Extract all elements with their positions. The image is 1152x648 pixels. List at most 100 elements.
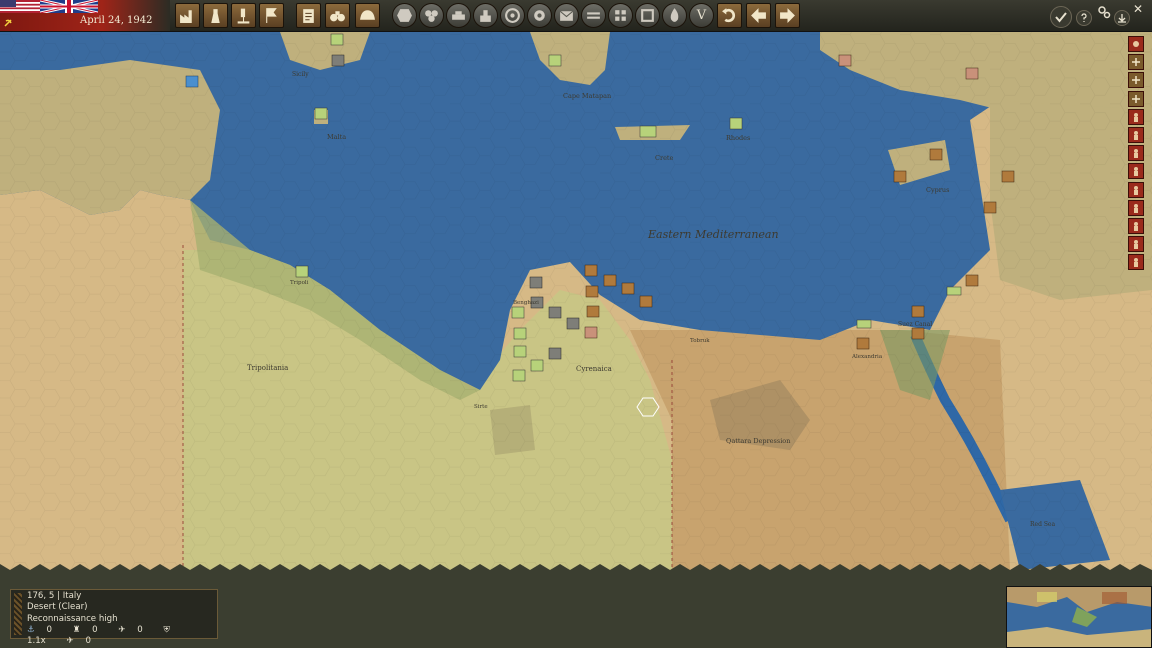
unit-counter[interactable]: [584, 326, 598, 339]
unit-counter[interactable]: [983, 201, 997, 214]
victory-filter-button[interactable]: V: [689, 3, 714, 28]
label-cape: Cape Matapan: [563, 92, 611, 100]
unit-counter[interactable]: [548, 306, 562, 319]
unit-counter[interactable]: [295, 265, 309, 278]
unit-counter[interactable]: [946, 286, 962, 296]
game-map[interactable]: Eastern Mediterranean Malta Crete Rhodes…: [0, 32, 1152, 570]
unit-slot-button[interactable]: [1128, 236, 1144, 253]
uk-flag-icon: [40, 0, 98, 13]
unit-counter[interactable]: [911, 305, 925, 318]
helmet-button[interactable]: [355, 3, 380, 28]
soviet-flag-icon: [4, 19, 12, 27]
settings-filter-button[interactable]: [527, 3, 552, 28]
unit-counter[interactable]: [639, 295, 653, 308]
unit-slot-button[interactable]: [1128, 54, 1144, 71]
fire-filter-button[interactable]: [662, 3, 687, 28]
unit-counter[interactable]: [929, 148, 943, 161]
mail-filter-button[interactable]: [554, 3, 579, 28]
tank-icon: [452, 11, 465, 20]
unit-slot-button[interactable]: [1128, 181, 1144, 198]
flag-button[interactable]: [259, 3, 284, 28]
unit-icon: ♜: [72, 624, 81, 635]
terrain-filter-button[interactable]: [392, 3, 417, 28]
unit-slot-button[interactable]: [1128, 163, 1144, 180]
soldier-icon: [1134, 149, 1138, 159]
label-tripolitania: Tripolitania: [247, 364, 288, 372]
unit-counter[interactable]: [548, 347, 562, 360]
close-icon[interactable]: ✕: [1133, 2, 1143, 16]
unit-counter[interactable]: [530, 359, 544, 372]
label-tobruk: Tobruk: [690, 338, 710, 344]
binoculars-button[interactable]: [325, 3, 350, 28]
shield-icon: ⛨: [163, 624, 170, 635]
unit-slot-button[interactable]: [1128, 90, 1144, 107]
unit-counter[interactable]: [585, 285, 599, 298]
gears-icon: [1098, 6, 1111, 19]
unit-counter[interactable]: [603, 274, 617, 287]
unit-slot-button[interactable]: [1128, 36, 1144, 52]
frame-filter-button[interactable]: [635, 3, 660, 28]
unit-counter[interactable]: [965, 274, 979, 287]
resource-filter-button[interactable]: [473, 3, 498, 28]
unit-counter[interactable]: [586, 305, 600, 318]
unit-counter[interactable]: [965, 67, 979, 80]
info-stripe: [14, 593, 22, 635]
previous-unit-button[interactable]: [746, 3, 771, 28]
unit-counter[interactable]: [893, 170, 907, 183]
research-button[interactable]: [203, 3, 228, 28]
fire-icon: [670, 8, 679, 22]
question-icon: [1081, 13, 1087, 22]
minimap[interactable]: [1006, 586, 1152, 648]
unit-counter[interactable]: [513, 327, 527, 340]
report-button[interactable]: [296, 3, 321, 28]
unit-slot-button[interactable]: [1128, 217, 1144, 234]
target-filter-button[interactable]: [500, 3, 525, 28]
unit-counter[interactable]: [838, 54, 852, 67]
unit-counter[interactable]: [511, 306, 525, 319]
hex-icon: [397, 9, 412, 22]
unit-counter[interactable]: [331, 54, 345, 67]
unit-counter[interactable]: [1001, 170, 1015, 183]
options-button[interactable]: [1096, 4, 1112, 20]
label-cyprus: Cyprus: [926, 186, 949, 194]
supply-filter-button[interactable]: [419, 3, 444, 28]
unit-counter[interactable]: [639, 125, 657, 138]
unit-slot-button[interactable]: [1128, 126, 1144, 143]
help-button[interactable]: [1076, 10, 1092, 26]
unit-slot-button[interactable]: [1128, 199, 1144, 216]
terrain-type: Desert (Clear): [27, 602, 88, 613]
unit-slot-button[interactable]: [1128, 72, 1144, 89]
unit-counter[interactable]: [548, 54, 562, 67]
recon-level: Reconnaissance high: [27, 613, 118, 624]
hex-info-box: 176, 5 | Italy Desert (Clear) Reconnaiss…: [10, 589, 218, 646]
unit-counter[interactable]: [729, 117, 743, 130]
production-icon: [180, 10, 192, 23]
unit-counter[interactable]: [566, 317, 580, 330]
grid-filter-button[interactable]: [608, 3, 633, 28]
stack-filter-button[interactable]: [581, 3, 606, 28]
helmet-icon: [360, 10, 375, 20]
unit-slot-button[interactable]: [1128, 254, 1144, 271]
unit-counter[interactable]: [584, 264, 598, 277]
unit-counter[interactable]: [621, 282, 635, 295]
unit-counter[interactable]: [911, 327, 925, 340]
unit-counter[interactable]: [330, 33, 344, 46]
diplomacy-button[interactable]: [231, 3, 256, 28]
unit-counter[interactable]: [314, 107, 328, 120]
unit-slot-button[interactable]: [1128, 108, 1144, 125]
unit-counter[interactable]: [185, 75, 199, 88]
production-button[interactable]: [175, 3, 200, 28]
plane-stat: 0: [85, 636, 91, 647]
undo-button[interactable]: [717, 3, 742, 28]
unit-filter-button[interactable]: [446, 3, 471, 28]
end-turn-button[interactable]: [1050, 6, 1072, 28]
unit-counter[interactable]: [512, 369, 526, 382]
save-button[interactable]: [1114, 10, 1130, 26]
unit-slot-button[interactable]: [1128, 145, 1144, 162]
next-unit-button[interactable]: [775, 3, 800, 28]
unit-counter[interactable]: [513, 345, 527, 358]
unit-counter[interactable]: [529, 276, 543, 289]
unit-counter[interactable]: [856, 337, 870, 350]
unit-counter[interactable]: [856, 319, 872, 329]
us-flag-icon: [0, 0, 40, 13]
